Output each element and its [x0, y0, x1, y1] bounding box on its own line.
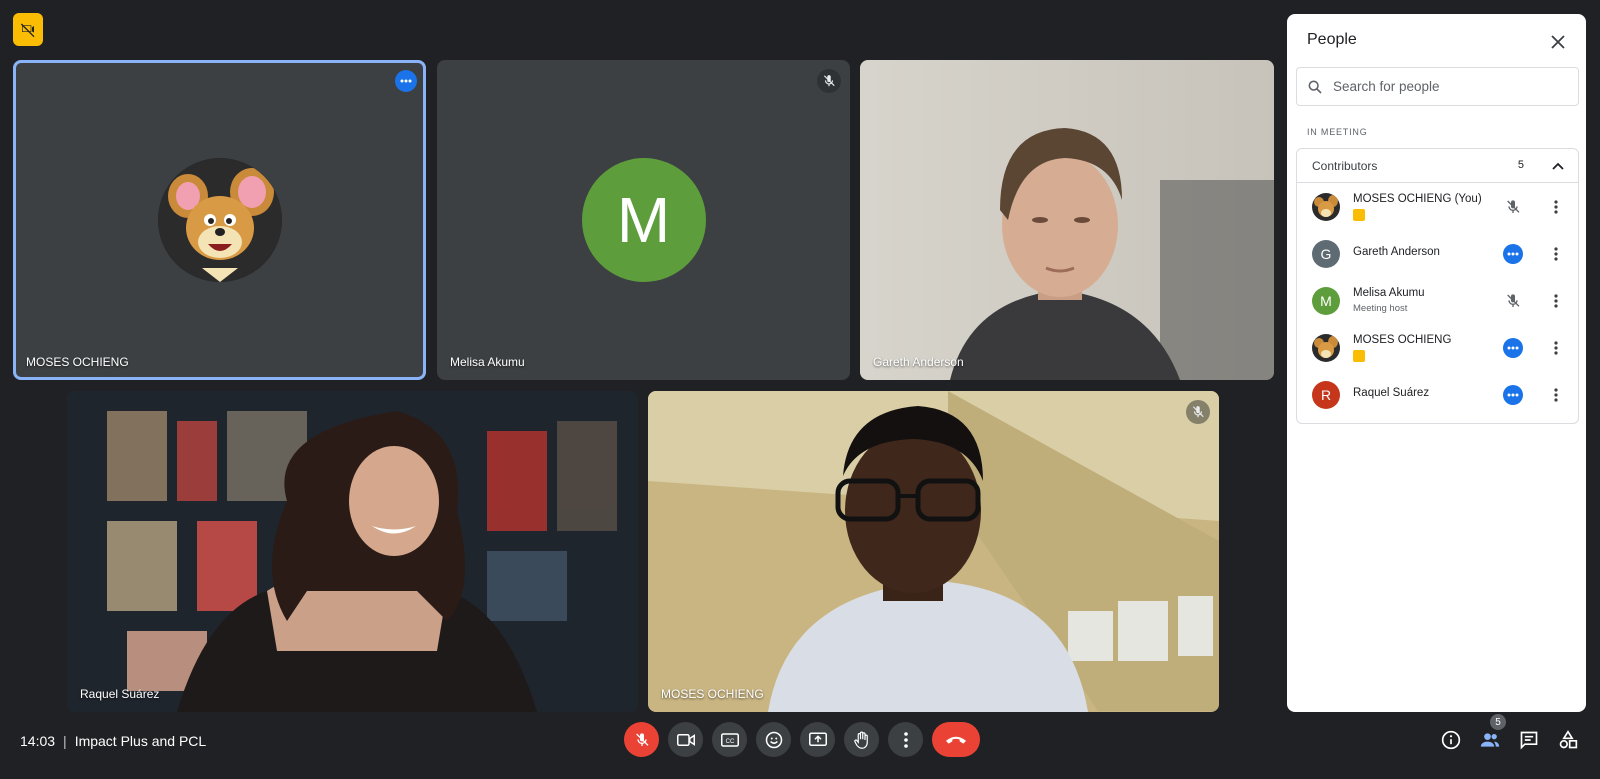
search-input[interactable]	[1333, 79, 1553, 94]
meeting-name: Impact Plus and PCL	[74, 733, 207, 749]
mic-off-icon	[1186, 400, 1210, 424]
panel-title: People	[1307, 31, 1357, 48]
people-panel: People IN MEETING Contributors 5 MOSES O…	[1287, 14, 1586, 712]
participant-role: Meeting host	[1353, 303, 1408, 314]
more-options-button[interactable]	[888, 722, 923, 757]
mic-off-icon[interactable]	[1502, 196, 1524, 218]
close-icon[interactable]	[1544, 28, 1572, 56]
more-options-icon[interactable]	[395, 70, 417, 92]
participant-name: Melisa Akumu	[1353, 287, 1425, 299]
recording-tag-icon	[1353, 209, 1365, 221]
avatar	[1312, 334, 1340, 362]
search-icon	[1297, 79, 1333, 95]
avatar	[1312, 193, 1340, 221]
more-vert-icon[interactable]	[1545, 384, 1567, 406]
people-button[interactable]: 5	[1472, 714, 1508, 758]
chevron-up-icon[interactable]	[1548, 156, 1568, 176]
meeting-info: 14:03 | Impact Plus and PCL	[20, 733, 206, 749]
contributors-group: Contributors 5 MOSES OCHIENG (You) G Gar…	[1296, 148, 1579, 424]
participant-count-badge: 5	[1490, 714, 1506, 730]
bottom-bar: 14:03 | Impact Plus and PCL CC 5	[0, 709, 1600, 779]
tile-name-label: Raquel Suárez	[80, 687, 160, 701]
avatar: M	[1312, 287, 1340, 315]
group-title: Contributors	[1312, 159, 1378, 173]
call-controls: CC	[624, 722, 980, 757]
more-horiz-icon[interactable]	[1503, 385, 1523, 405]
more-horiz-icon[interactable]	[1503, 244, 1523, 264]
avatar	[157, 158, 282, 282]
video-tile-gareth[interactable]: Gareth Anderson	[860, 60, 1274, 380]
participant-row[interactable]: MOSES OCHIENG (You)	[1297, 184, 1578, 230]
video-feed-image	[67, 391, 638, 712]
participant-row[interactable]: G Gareth Anderson	[1297, 231, 1578, 277]
participant-name: MOSES OCHIENG (You)	[1353, 193, 1482, 205]
more-vert-icon[interactable]	[1545, 243, 1567, 265]
video-tile-moses[interactable]: MOSES OCHIENG	[648, 391, 1219, 712]
participant-row[interactable]: R Raquel Suárez	[1297, 372, 1578, 418]
emoji-reactions-button[interactable]	[756, 722, 791, 757]
mic-off-button[interactable]	[624, 722, 659, 757]
avatar: R	[1312, 381, 1340, 409]
participant-name: MOSES OCHIENG	[1353, 334, 1452, 346]
leave-call-button[interactable]	[932, 722, 980, 757]
participant-row[interactable]: M Melisa Akumu Meeting host	[1297, 278, 1578, 324]
tile-name-label: MOSES OCHIENG	[26, 355, 129, 369]
activities-button[interactable]	[1550, 722, 1586, 758]
tile-name-label: Melisa Akumu	[450, 355, 525, 369]
captions-button[interactable]: CC	[712, 722, 747, 757]
side-controls: 5	[1433, 714, 1586, 758]
chat-button[interactable]	[1511, 722, 1547, 758]
more-vert-icon[interactable]	[1545, 337, 1567, 359]
video-tile-melisa[interactable]: M Melisa Akumu	[437, 60, 850, 380]
participant-name: Gareth Anderson	[1353, 246, 1440, 258]
video-tile-moses-you[interactable]: MOSES OCHIENG	[13, 60, 426, 380]
participant-name: Raquel Suárez	[1353, 387, 1430, 399]
video-feed-image	[648, 391, 1219, 712]
recording-indicator-icon[interactable]	[13, 13, 43, 46]
search-field[interactable]	[1296, 67, 1579, 106]
avatar: M	[581, 158, 706, 282]
tile-name-label: MOSES OCHIENG	[661, 687, 764, 701]
mic-off-icon	[817, 69, 841, 93]
more-horiz-icon[interactable]	[1503, 338, 1523, 358]
video-tile-raquel[interactable]: Raquel Suárez	[67, 391, 638, 712]
more-vert-icon[interactable]	[1545, 290, 1567, 312]
mic-off-icon[interactable]	[1502, 290, 1524, 312]
camera-button[interactable]	[668, 722, 703, 757]
clock-time: 14:03	[20, 733, 56, 749]
more-vert-icon[interactable]	[1545, 196, 1567, 218]
meeting-details-button[interactable]	[1433, 722, 1469, 758]
group-count: 5	[1517, 159, 1524, 171]
section-label: IN MEETING	[1307, 127, 1368, 137]
contributors-header[interactable]: Contributors 5	[1297, 149, 1578, 183]
tile-name-label: Gareth Anderson	[873, 355, 964, 369]
avatar: G	[1312, 240, 1340, 268]
video-feed-image	[860, 60, 1274, 380]
svg-text:CC: CC	[725, 739, 734, 745]
participant-row[interactable]: MOSES OCHIENG	[1297, 325, 1578, 371]
separator: |	[63, 733, 67, 749]
present-screen-button[interactable]	[800, 722, 835, 757]
raise-hand-button[interactable]	[844, 722, 879, 757]
recording-tag-icon	[1353, 350, 1365, 362]
